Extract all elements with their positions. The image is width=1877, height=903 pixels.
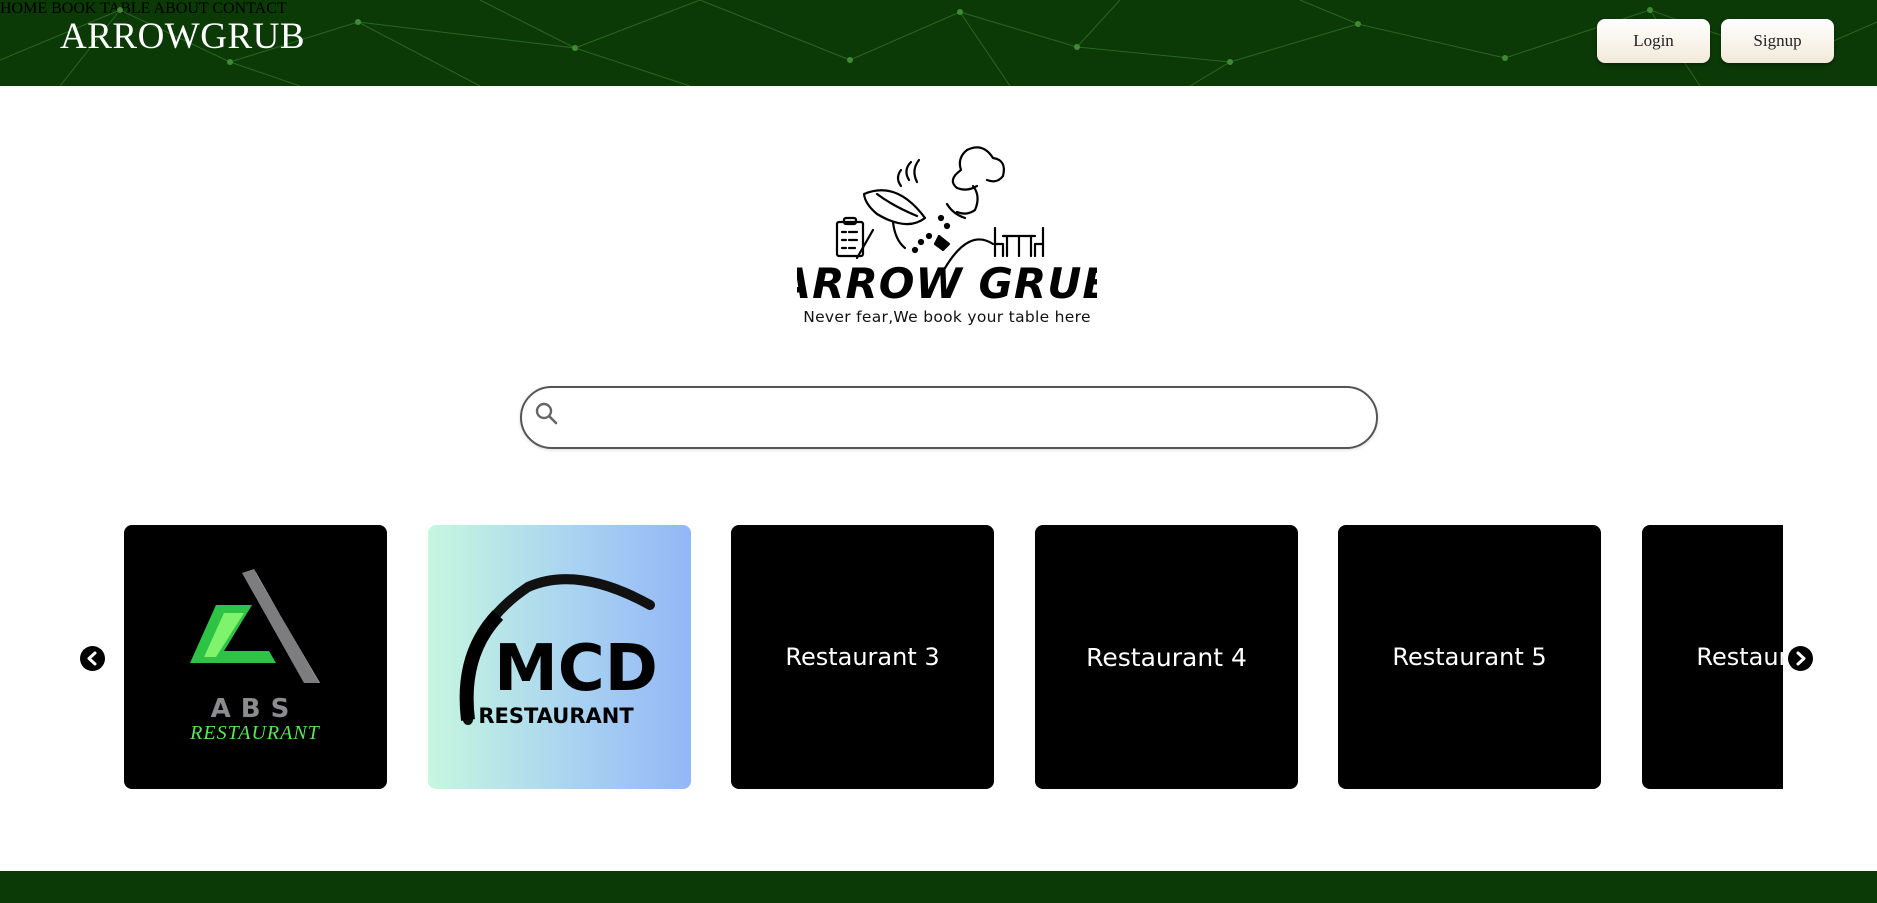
restaurant-card-3[interactable]: Restaurant 3 <box>731 525 994 789</box>
carousel-prev-button[interactable] <box>80 646 105 671</box>
login-button[interactable]: Login <box>1597 19 1710 63</box>
svg-text:RESTAURANT: RESTAURANT <box>478 704 634 728</box>
svg-text:RESTAURANT: RESTAURANT <box>189 722 321 744</box>
chevron-right-icon <box>1796 651 1806 666</box>
restaurant-card-mcd[interactable]: MCD RESTAURANT <box>428 525 691 789</box>
arrowgrub-wordmark: ARROW GRUB <box>776 259 1115 308</box>
restaurant-card-label: Restaurant 6 <box>1696 643 1783 671</box>
site-header: ARROWGRUB HOME BOOK TABLE ABOUT CONTACT … <box>0 0 1877 86</box>
hero-tagline: Never fear,We book your table here <box>803 308 1091 326</box>
carousel-track: ABS RESTAURANT MCD RESTAURANT Restaurant… <box>124 525 1783 789</box>
restaurant-carousel: ABS RESTAURANT MCD RESTAURANT Restaurant… <box>0 525 1877 789</box>
site-footer <box>0 871 1877 903</box>
chevron-left-icon <box>87 651 97 666</box>
restaurant-card-abs[interactable]: ABS RESTAURANT <box>124 525 387 789</box>
restaurant-card-label: Restaurant 4 <box>1086 642 1247 672</box>
arrowgrub-hero-logo: ARROW GRUB <box>776 140 1115 308</box>
site-brand-logo[interactable]: ARROWGRUB <box>60 18 305 55</box>
search-icon <box>534 401 560 427</box>
abs-restaurant-logo: ABS RESTAURANT <box>189 569 321 744</box>
restaurant-card-4[interactable]: Restaurant 4 <box>1035 525 1298 789</box>
signup-button[interactable]: Signup <box>1721 19 1834 63</box>
carousel-next-button[interactable] <box>1788 646 1813 671</box>
search-input[interactable] <box>572 396 1352 440</box>
restaurant-card-5[interactable]: Restaurant 5 <box>1338 525 1601 789</box>
restaurant-card-label: Restaurant 3 <box>785 643 940 671</box>
restaurant-card-label: Restaurant 5 <box>1392 643 1547 671</box>
svg-text:ABS: ABS <box>211 694 300 724</box>
search-bar[interactable] <box>520 386 1378 449</box>
restaurant-card-6[interactable]: Restaurant 6 <box>1642 525 1783 789</box>
mcd-restaurant-logo: MCD RESTAURANT <box>459 574 658 728</box>
svg-text:MCD: MCD <box>494 632 658 706</box>
svg-text:ARROW GRUB: ARROW GRUB <box>797 259 1097 300</box>
chef-dish-illustration: ARROW GRUB <box>776 146 1115 308</box>
